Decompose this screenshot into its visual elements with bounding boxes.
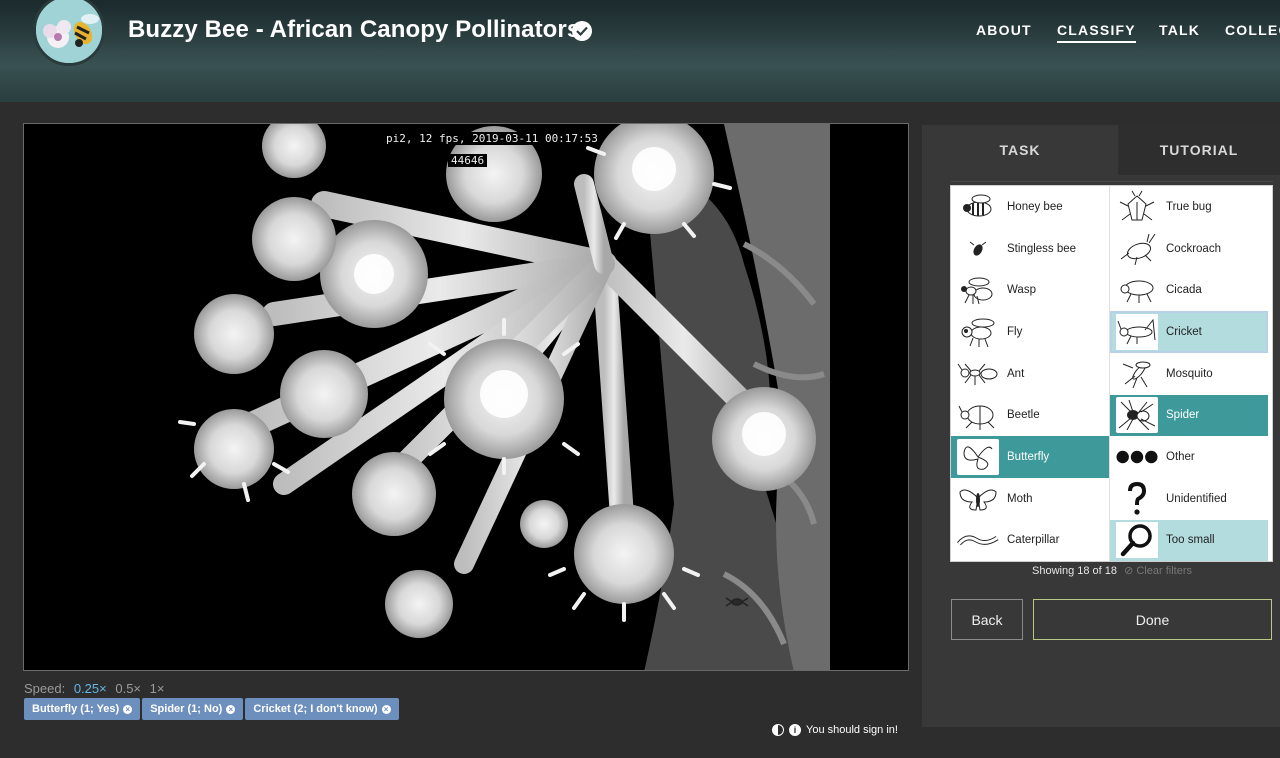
choice-label: Moth: [1007, 492, 1033, 505]
choice-mosquito[interactable]: Mosquito: [1110, 353, 1268, 395]
fly-icon: [957, 314, 999, 350]
choice-caterpillar[interactable]: Caterpillar: [951, 520, 1109, 561]
wasp-icon: [957, 272, 999, 308]
choice-label: Caterpillar: [1007, 534, 1060, 547]
speed-option-0-25x[interactable]: 0.25×: [74, 681, 107, 696]
tab-tutorial[interactable]: TUTORIAL: [1118, 125, 1280, 175]
beetle-icon: [957, 397, 999, 433]
choice-other[interactable]: Other: [1110, 436, 1268, 478]
done-button[interactable]: Done: [1033, 599, 1272, 640]
ant-icon: [957, 356, 999, 392]
choice-label: True bug: [1166, 200, 1212, 213]
question-icon: [1116, 481, 1158, 517]
choice-ant[interactable]: Ant: [951, 353, 1109, 395]
choice-label: Spider: [1166, 409, 1200, 422]
playback-speed-controls: Speed: 0.25× 0.5× 1×: [24, 681, 169, 696]
choice-label: Wasp: [1007, 284, 1036, 297]
speed-label: Speed:: [24, 681, 66, 696]
remove-chip-icon[interactable]: ×: [123, 704, 133, 714]
flower-cluster-image: [24, 124, 908, 670]
speed-option-1x[interactable]: 1×: [150, 681, 165, 696]
project-avatar[interactable]: [33, 0, 105, 66]
survey-choice-grid: Honey bee Stingless bee Wasp Fly Ant Bee…: [950, 185, 1273, 562]
remove-chip-icon[interactable]: ×: [381, 704, 391, 714]
cockroach-icon: [1116, 231, 1158, 267]
clear-filters-label: Clear filters: [1136, 565, 1192, 577]
choice-unidentified[interactable]: Unidentified: [1110, 478, 1268, 520]
choice-label: Cockroach: [1166, 242, 1221, 255]
nav-about[interactable]: ABOUT: [976, 22, 1032, 38]
choice-label: Cricket: [1166, 325, 1202, 338]
annotation-chip-label: Cricket (2; I don't know): [253, 703, 378, 715]
choice-label: Butterfly: [1007, 451, 1050, 464]
choice-label: Stingless bee: [1007, 242, 1077, 255]
honey-bee-icon: [957, 189, 999, 225]
nav-collections[interactable]: COLLEC: [1225, 22, 1280, 38]
choice-wasp[interactable]: Wasp: [951, 269, 1109, 311]
contrast-icon[interactable]: [772, 724, 784, 736]
verified-badge-icon: [572, 21, 592, 41]
stingless-bee-icon: [957, 231, 999, 267]
video-frame-overlay: 44646: [448, 154, 488, 167]
tab-task[interactable]: TASK: [922, 125, 1118, 175]
annotation-chip-spider[interactable]: Spider (1; No) ×: [142, 698, 244, 720]
choice-label: Unidentified: [1166, 492, 1227, 505]
choice-label: Cicada: [1166, 284, 1202, 297]
info-icon[interactable]: i: [789, 724, 801, 736]
bee-flower-logo-icon: [36, 0, 102, 63]
showing-count-text: Showing 18 of 18: [1032, 565, 1118, 577]
annotation-chip-cricket[interactable]: Cricket (2; I don't know) ×: [245, 698, 399, 720]
choice-stingless-bee[interactable]: Stingless bee: [951, 228, 1109, 270]
choice-butterfly[interactable]: Butterfly: [951, 436, 1109, 478]
choice-moth[interactable]: Moth: [951, 478, 1109, 520]
dots-icon: [1116, 439, 1158, 475]
choice-cicada[interactable]: Cicada: [1110, 269, 1268, 311]
tab-divider: [951, 181, 1273, 182]
signin-notice: i You should sign in!: [772, 724, 898, 736]
choice-true-bug[interactable]: True bug: [1110, 186, 1268, 228]
project-title[interactable]: Buzzy Bee - African Canopy Pollinators: [128, 16, 580, 44]
back-button[interactable]: Back: [951, 599, 1023, 640]
choice-too-small[interactable]: Too small: [1110, 519, 1268, 561]
subject-video[interactable]: pi2, 12 fps, 2019-03-11 00:17:53 44646: [23, 123, 909, 671]
magnifier-icon: [1116, 522, 1158, 559]
choice-beetle[interactable]: Beetle: [951, 395, 1109, 437]
spider-icon: [1116, 397, 1158, 434]
choice-fly[interactable]: Fly: [951, 311, 1109, 353]
video-timestamp-overlay: pi2, 12 fps, 2019-03-11 00:17:53: [383, 132, 601, 145]
cricket-icon: [1116, 313, 1158, 350]
nav-talk[interactable]: TALK: [1159, 22, 1200, 38]
choice-label: Beetle: [1007, 409, 1040, 422]
annotation-chip-label: Spider (1; No): [150, 703, 223, 715]
annotation-chip-label: Butterfly (1; Yes): [32, 703, 120, 715]
true-bug-icon: [1116, 189, 1158, 225]
caterpillar-icon: [957, 522, 999, 558]
choice-label: Honey bee: [1007, 200, 1063, 213]
choice-label: Mosquito: [1166, 367, 1213, 380]
choice-spider[interactable]: Spider: [1110, 394, 1268, 437]
project-header: Buzzy Bee - African Canopy Pollinators A…: [0, 0, 1280, 102]
butterfly-icon: [957, 439, 999, 476]
speed-option-0-5x[interactable]: 0.5×: [115, 681, 141, 696]
choice-cockroach[interactable]: Cockroach: [1110, 228, 1268, 270]
mosquito-icon: [1116, 356, 1158, 392]
signin-text[interactable]: You should sign in!: [806, 724, 898, 736]
remove-chip-icon[interactable]: ×: [226, 704, 236, 714]
nav-classify[interactable]: CLASSIFY: [1057, 22, 1136, 43]
annotation-chip-list: Butterfly (1; Yes) × Spider (1; No) × Cr…: [24, 698, 399, 720]
choice-label: Ant: [1007, 367, 1025, 380]
clear-filters-button[interactable]: ⊘ Clear filters: [1124, 565, 1192, 577]
choice-honey-bee[interactable]: Honey bee: [951, 186, 1109, 228]
choice-label: Fly: [1007, 325, 1023, 338]
choice-label: Other: [1166, 451, 1195, 464]
moth-icon: [957, 481, 999, 517]
annotation-chip-butterfly[interactable]: Butterfly (1; Yes) ×: [24, 698, 141, 720]
choice-count: Showing 18 of 18 ⊘ Clear filters: [1032, 564, 1192, 577]
choice-cricket[interactable]: Cricket: [1110, 311, 1268, 353]
choice-label: Too small: [1166, 534, 1215, 547]
cicada-icon: [1116, 272, 1158, 308]
